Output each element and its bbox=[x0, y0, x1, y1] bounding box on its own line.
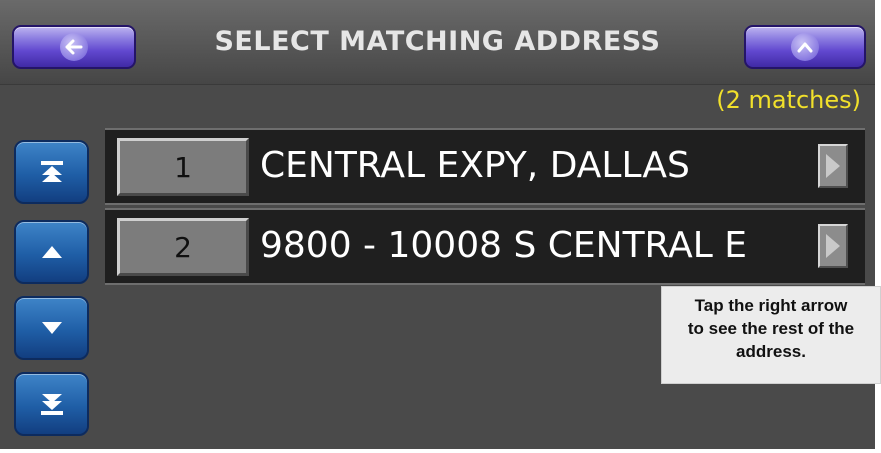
arrow-left-icon bbox=[60, 33, 88, 61]
scroll-to-bottom-button[interactable] bbox=[14, 372, 89, 436]
item-address[interactable]: CENTRAL EXPY, DALLAS bbox=[260, 146, 812, 186]
chevron-up-icon bbox=[791, 33, 819, 61]
match-count: (2 matches) bbox=[716, 86, 861, 114]
list-item[interactable]: 1 CENTRAL EXPY, DALLAS bbox=[105, 128, 865, 205]
item-number-button[interactable]: 1 bbox=[117, 138, 249, 196]
item-number-button[interactable]: 2 bbox=[117, 218, 249, 276]
up-button[interactable] bbox=[744, 25, 866, 69]
callout-line: address. bbox=[736, 342, 806, 361]
list-item[interactable]: 2 9800 - 10008 S CENTRAL E bbox=[105, 208, 865, 285]
scroll-up-icon bbox=[41, 246, 62, 258]
item-address[interactable]: 9800 - 10008 S CENTRAL E bbox=[260, 226, 812, 266]
chevron-right-icon bbox=[826, 154, 840, 178]
expand-address-button[interactable] bbox=[818, 144, 848, 188]
scroll-down-button[interactable] bbox=[14, 296, 89, 360]
back-button[interactable] bbox=[12, 25, 136, 69]
header-bar: SELECT MATCHING ADDRESS bbox=[0, 0, 875, 85]
scroll-to-top-button[interactable] bbox=[14, 140, 89, 204]
scroll-to-top-icon bbox=[40, 161, 63, 182]
expand-address-button[interactable] bbox=[818, 224, 848, 268]
page-title: SELECT MATCHING ADDRESS bbox=[214, 26, 661, 57]
scroll-to-bottom-icon bbox=[40, 394, 63, 415]
scroll-up-button[interactable] bbox=[14, 220, 89, 284]
help-callout: Tap the right arrow to see the rest of t… bbox=[661, 286, 881, 384]
chevron-right-icon bbox=[826, 234, 840, 258]
callout-line: Tap the right arrow bbox=[694, 296, 848, 315]
callout-line: to see the rest of the bbox=[687, 319, 855, 338]
scroll-down-icon bbox=[41, 322, 62, 334]
